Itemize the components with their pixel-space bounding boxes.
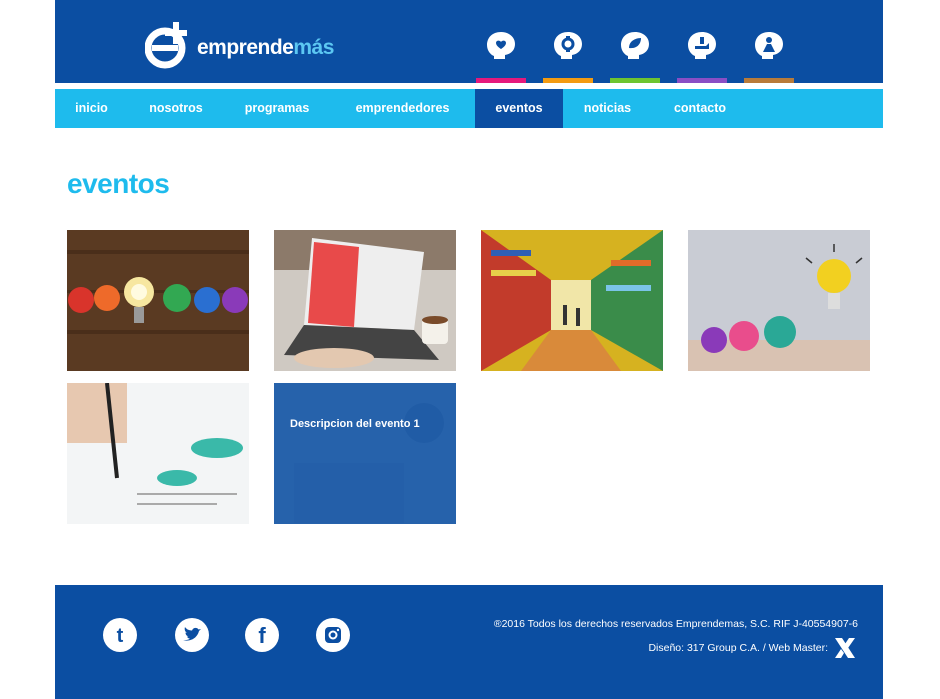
crumpled-paper-lightbulb-photo <box>67 230 249 371</box>
event-description: Descripcion del evento 1 <box>290 418 420 430</box>
nav-item-nosotros[interactable]: nosotros <box>128 89 224 128</box>
hand-writing-chart-photo <box>67 383 249 524</box>
event-tile[interactable] <box>67 230 249 371</box>
event-tile[interactable] <box>688 230 870 371</box>
laptop-coffee-photo <box>274 230 456 371</box>
site-footer: t f ®2016 Todos los derechos reservados … <box>55 585 883 699</box>
nav-item-programas[interactable]: programas <box>224 89 330 128</box>
nav-item-contacto[interactable]: contacto <box>652 89 748 128</box>
gear-head-icon[interactable] <box>543 0 593 83</box>
person-head-icon[interactable] <box>744 0 794 83</box>
event-tile[interactable] <box>274 230 456 371</box>
tumblr-icon[interactable]: t <box>103 618 137 652</box>
main-nav: inicio nosotros programas emprendedores … <box>55 89 883 128</box>
svg-text:f: f <box>258 623 266 648</box>
credit-line: Diseño: 317 Group C.A. / Web Master: <box>648 635 858 661</box>
event-tile[interactable] <box>481 230 663 371</box>
leaf-head-icon[interactable] <box>610 0 660 83</box>
facebook-icon[interactable]: f <box>245 618 279 652</box>
event-tile[interactable] <box>67 383 249 524</box>
nav-item-eventos[interactable]: eventos <box>475 89 563 128</box>
site-header: emprendemás <box>55 0 883 83</box>
logo-text: emprendemás <box>197 36 334 60</box>
bookstore-photo <box>481 230 663 371</box>
heart-head-icon[interactable] <box>476 0 526 83</box>
webmaster-logo-icon[interactable] <box>832 635 858 661</box>
event-description-overlay: Descripcion del evento 1 <box>274 383 456 524</box>
twitter-icon[interactable] <box>175 618 209 652</box>
hand-head-icon[interactable] <box>677 0 727 83</box>
nav-item-emprendedores[interactable]: emprendedores <box>330 89 475 128</box>
logo-mark-icon <box>144 22 193 70</box>
instagram-icon[interactable] <box>316 618 350 652</box>
credit-text: Diseño: 317 Group C.A. / Web Master: <box>648 642 828 654</box>
copyright-text: ®2016 Todos los derechos reservados Empr… <box>493 618 858 630</box>
nav-item-inicio[interactable]: inicio <box>55 89 128 128</box>
logo-text-main: emprende <box>197 36 294 59</box>
nav-item-noticias[interactable]: noticias <box>563 89 652 128</box>
yellow-paper-bulb-photo <box>688 230 870 371</box>
event-tile[interactable]: Descripcion del evento 1 <box>274 383 456 524</box>
logo-text-accent: más <box>293 36 334 59</box>
svg-text:t: t <box>117 625 124 647</box>
site-logo[interactable]: emprendemás <box>144 22 334 70</box>
page-title: eventos <box>67 168 170 199</box>
